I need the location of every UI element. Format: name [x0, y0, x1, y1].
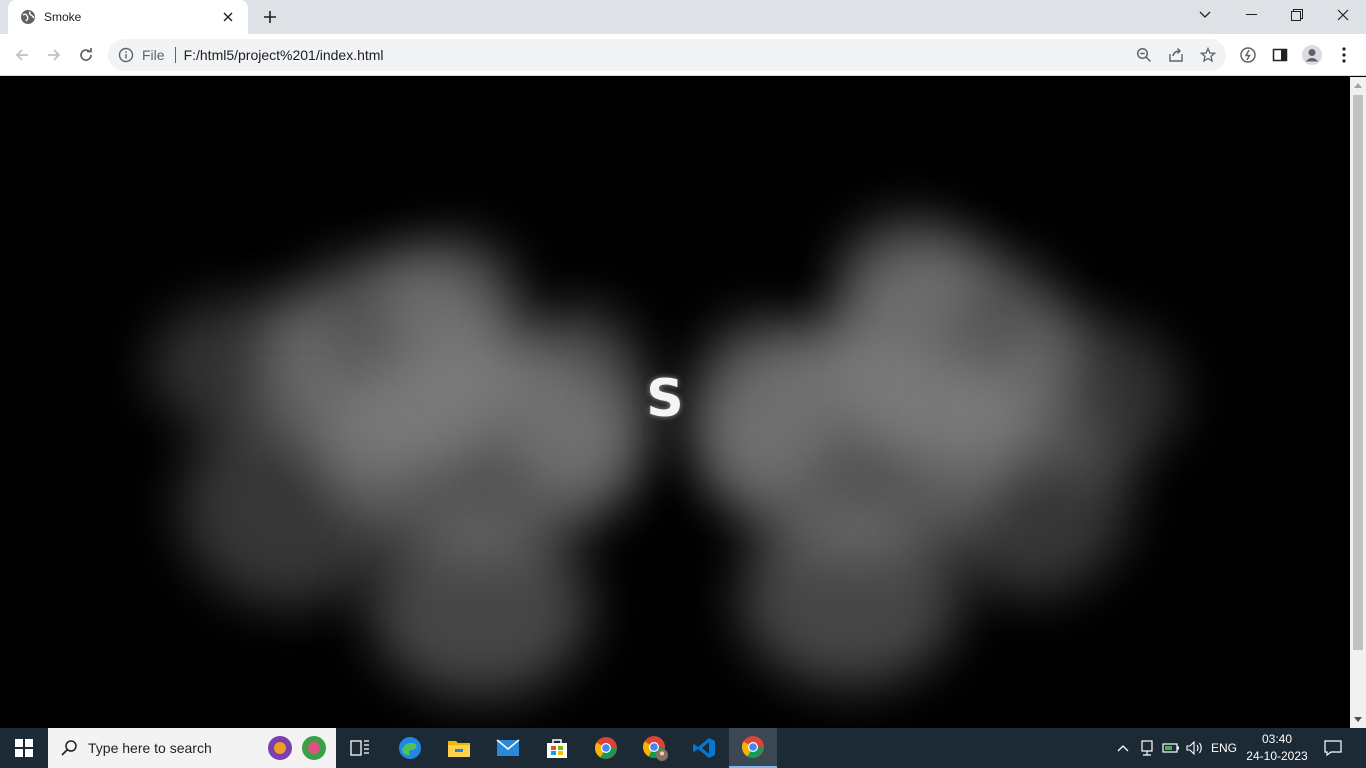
mail-icon: [496, 739, 520, 756]
store-button[interactable]: [533, 728, 581, 768]
page-content: S: [0, 77, 1350, 728]
reload-button[interactable]: [72, 41, 100, 69]
minimize-icon: [1245, 14, 1257, 15]
zoom-icon[interactable]: [1134, 45, 1154, 65]
chrome-icon: [595, 737, 617, 759]
address-bar[interactable]: File F:/html5/project%201/index.html: [108, 39, 1226, 71]
scroll-down-arrow-icon[interactable]: [1354, 717, 1362, 722]
center-letter: S: [646, 369, 684, 429]
vertical-scrollbar[interactable]: [1350, 77, 1366, 728]
menu-button[interactable]: [1330, 41, 1358, 69]
vscode-button[interactable]: [680, 728, 728, 768]
notification-icon: [1324, 740, 1342, 756]
battery-button[interactable]: [1160, 728, 1182, 768]
vscode-icon: [693, 738, 715, 758]
tab-strip: Smoke: [0, 0, 1366, 34]
extension-button[interactable]: [1234, 41, 1262, 69]
url-text[interactable]: F:/html5/project%201/index.html: [184, 47, 384, 63]
globe-icon: [20, 9, 36, 25]
bookmark-star-icon[interactable]: [1198, 45, 1218, 65]
side-panel-icon: [1272, 48, 1288, 62]
reload-icon: [80, 48, 92, 61]
browser-toolbar: File F:/html5/project%201/index.html: [0, 34, 1366, 76]
new-tab-button[interactable]: [258, 5, 282, 29]
chrome-profile-icon: [643, 736, 668, 761]
meet-now-button[interactable]: [1136, 728, 1158, 768]
close-window-icon: [1337, 9, 1349, 21]
arrow-left-icon: [15, 49, 28, 61]
scroll-up-arrow-icon[interactable]: [1354, 83, 1362, 88]
chevron-down-icon: [1199, 11, 1211, 18]
chevron-up-icon: [1117, 745, 1129, 752]
share-icon[interactable]: [1166, 45, 1186, 65]
avatar-icon: [1302, 45, 1322, 65]
task-view-button[interactable]: [336, 728, 384, 768]
search-placeholder: Type here to search: [88, 740, 212, 756]
mail-button[interactable]: [484, 728, 532, 768]
edge-button[interactable]: [386, 728, 434, 768]
info-icon[interactable]: [118, 47, 134, 63]
file-explorer-button[interactable]: [435, 728, 483, 768]
start-button[interactable]: [0, 728, 48, 768]
taskbar-search[interactable]: Type here to search: [48, 728, 336, 768]
edge-icon: [399, 737, 421, 759]
more-vert-icon: [1342, 47, 1346, 63]
search-icon: [61, 740, 77, 756]
close-window-button[interactable]: [1320, 0, 1366, 30]
file-explorer-icon: [448, 741, 470, 757]
back-button[interactable]: [8, 41, 36, 69]
tab-search-button[interactable]: [1182, 0, 1228, 30]
taskbar: Type here to search ENG 03:40 24-10-2023: [0, 728, 1366, 768]
store-icon: [547, 739, 567, 758]
address-divider: [174, 47, 176, 63]
task-view-icon: [350, 740, 369, 756]
tab-title: Smoke: [44, 10, 82, 24]
chrome-button[interactable]: [582, 728, 630, 768]
side-panel-button[interactable]: [1266, 41, 1294, 69]
volume-icon: [1186, 741, 1202, 755]
device-icon: [1141, 740, 1153, 756]
restore-button[interactable]: [1274, 0, 1320, 30]
arrow-right-icon: [48, 49, 61, 61]
profile-button[interactable]: [1298, 41, 1326, 69]
scroll-thumb[interactable]: [1353, 95, 1363, 650]
performance-icon: [1240, 47, 1256, 63]
chrome-active-button[interactable]: [729, 728, 777, 768]
volume-button[interactable]: [1184, 728, 1206, 768]
system-clock[interactable]: 03:40 24-10-2023: [1243, 731, 1311, 765]
show-hidden-icons-button[interactable]: [1112, 728, 1134, 768]
restore-icon: [1291, 9, 1303, 21]
browser-tab[interactable]: Smoke: [8, 0, 248, 34]
chrome-profile-button[interactable]: [631, 728, 679, 768]
language-indicator[interactable]: ENG: [1208, 728, 1240, 768]
battery-icon: [1162, 743, 1179, 753]
windows-icon: [15, 739, 33, 757]
clock-date: 24-10-2023: [1246, 749, 1308, 763]
search-highlight-icon: [268, 736, 326, 760]
plus-icon: [264, 11, 276, 23]
clock-time: 03:40: [1261, 732, 1293, 746]
minimize-button[interactable]: [1228, 0, 1274, 30]
close-icon[interactable]: [220, 9, 236, 25]
notifications-button[interactable]: [1318, 728, 1348, 768]
scheme-label: File: [142, 47, 165, 63]
chrome-active-icon: [742, 736, 764, 758]
forward-button[interactable]: [40, 41, 68, 69]
